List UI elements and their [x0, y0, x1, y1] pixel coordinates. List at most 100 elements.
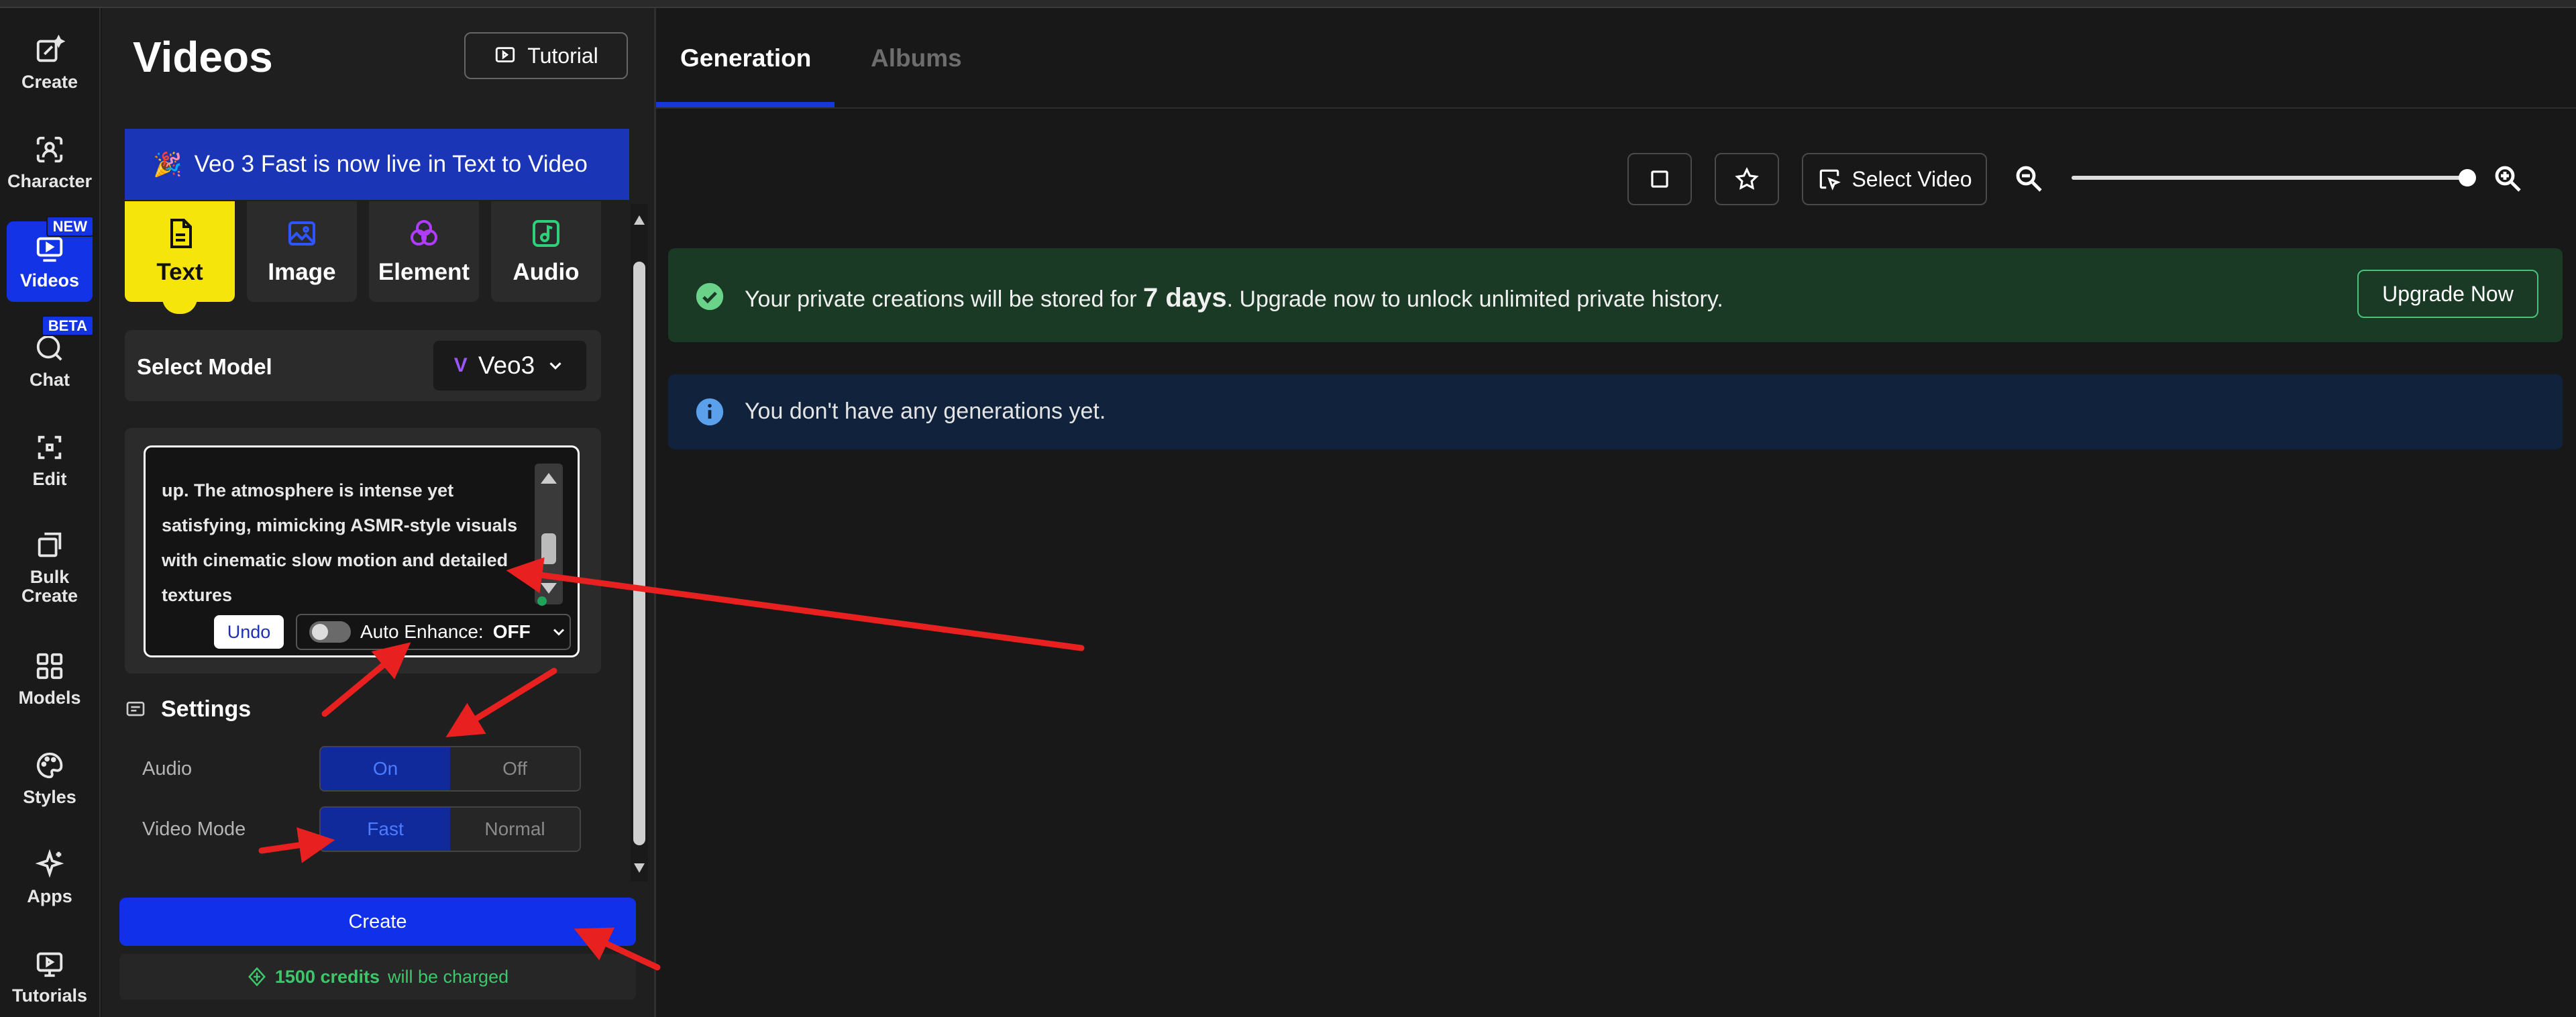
- tab-albums[interactable]: Albums: [871, 44, 962, 72]
- scroll-up-arrow-icon[interactable]: [541, 473, 557, 484]
- rail-item-chat[interactable]: BETA Chat: [7, 315, 94, 401]
- zoom-in-icon[interactable]: [2491, 162, 2524, 195]
- settings-heading: Settings: [125, 696, 251, 722]
- scroll-down-arrow-icon[interactable]: [541, 583, 557, 594]
- select-all-button[interactable]: [1627, 153, 1692, 205]
- storage-days: 7 days: [1143, 283, 1227, 313]
- rail-item-label: Models: [18, 687, 81, 708]
- model-dropdown[interactable]: V Veo3: [433, 341, 586, 390]
- credits-notice: 1500 credits will be charged: [119, 954, 636, 1000]
- auto-enhance-toggle[interactable]: [309, 621, 351, 643]
- auto-enhance-dropdown[interactable]: Auto Enhance: OFF: [296, 614, 571, 650]
- veo-logo-icon: V: [453, 354, 468, 376]
- star-icon: [1735, 167, 1759, 190]
- element-icon: [411, 220, 437, 246]
- announcement-text: Veo 3 Fast is now live in Text to Video: [194, 151, 588, 177]
- bulk-create-icon: [38, 532, 62, 557]
- audio-icon: [533, 220, 559, 247]
- prompt-scroll-thumb[interactable]: [541, 533, 556, 564]
- auto-enhance-value: OFF: [492, 621, 531, 642]
- zoom-slider-handle[interactable]: [2459, 169, 2476, 186]
- character-scan-icon: [36, 136, 63, 162]
- sparkle-edit-icon: [36, 34, 65, 62]
- panel-scroll-thumb[interactable]: [633, 262, 645, 845]
- rail-item-character[interactable]: Character: [7, 122, 93, 203]
- rail-item-label: Edit: [32, 468, 67, 489]
- party-icon: 🎉: [153, 151, 182, 178]
- credits-suffix: will be charged: [388, 966, 509, 987]
- palette-icon: [36, 752, 63, 778]
- page-title: Videos: [133, 33, 273, 81]
- chevron-down-icon: [553, 629, 564, 636]
- settings-list-icon: [126, 701, 145, 716]
- panel-scrollbar[interactable]: [631, 204, 648, 881]
- select-model-label: Select Model: [137, 354, 272, 379]
- rail-item-label: Apps: [27, 886, 72, 906]
- document-icon: [170, 219, 192, 248]
- edit-crop-icon: [38, 435, 62, 460]
- rail-item-models[interactable]: Models: [7, 639, 93, 719]
- tab-label: Element: [378, 259, 470, 285]
- scroll-up-arrow-icon[interactable]: [633, 213, 646, 227]
- main-tabs: Generation Albums: [656, 8, 2576, 109]
- tab-text[interactable]: Text: [125, 201, 235, 314]
- video-mode-toggle-group: Fast Normal: [319, 806, 581, 852]
- audio-label: Audio: [142, 758, 193, 780]
- rail-item-bulk-create[interactable]: Bulk Create: [7, 521, 93, 614]
- rail-item-label: Character: [7, 170, 93, 191]
- mode-normal-option[interactable]: Normal: [450, 808, 580, 851]
- chevron-down-icon: [549, 362, 561, 370]
- scroll-down-arrow-icon[interactable]: [633, 861, 646, 875]
- mode-fast-option[interactable]: Fast: [321, 808, 450, 851]
- rail-item-label: Styles: [23, 786, 76, 807]
- tutorial-button[interactable]: Tutorial: [464, 32, 628, 79]
- tab-generation[interactable]: Generation: [680, 44, 811, 72]
- model-selector-row: Select Model V Veo3: [125, 330, 601, 401]
- audio-on-option[interactable]: On: [321, 747, 450, 790]
- rail-item-videos[interactable]: NEW Videos: [7, 216, 94, 302]
- video-mode-label: Video Mode: [142, 818, 246, 840]
- active-tab-underline: [656, 102, 835, 107]
- tutorial-label: Tutorial: [527, 43, 598, 68]
- tab-audio[interactable]: Audio: [491, 201, 601, 302]
- window-top-bar: [0, 0, 2576, 8]
- tutorials-icon: [36, 952, 63, 977]
- empty-state-text: You don't have any generations yet.: [745, 398, 1106, 424]
- prompt-container: up. The atmosphere is intense yet satisf…: [125, 428, 601, 674]
- create-button[interactable]: Create: [119, 898, 636, 946]
- prompt-textarea[interactable]: up. The atmosphere is intense yet satisf…: [144, 445, 580, 657]
- select-video-button[interactable]: Select Video: [1802, 153, 1987, 205]
- credits-amount: 1500 credits: [274, 966, 380, 987]
- audio-setting: Audio On Off: [142, 746, 581, 792]
- announcement-banner[interactable]: 🎉 Veo 3 Fast is now live in Text to Vide…: [125, 129, 629, 200]
- tab-element[interactable]: Element: [369, 201, 479, 302]
- upgrade-now-button[interactable]: Upgrade Now: [2357, 270, 2538, 318]
- undo-button[interactable]: Undo: [214, 615, 284, 649]
- storage-notice-text: Your private creations will be stored fo…: [745, 283, 1723, 313]
- square-checkbox-icon: [1651, 170, 1668, 188]
- rail-item-edit[interactable]: Edit: [7, 420, 93, 500]
- settings-scroll-area: 🎉 Veo 3 Fast is now live in Text to Vide…: [125, 129, 629, 886]
- favorites-button[interactable]: [1715, 153, 1779, 205]
- chat-icon: [36, 335, 62, 361]
- rail-item-create[interactable]: Create: [7, 23, 93, 103]
- tab-label: Text: [156, 259, 203, 285]
- beta-badge: BETA: [41, 315, 94, 337]
- tab-label: Image: [268, 259, 336, 285]
- grid-icon: [36, 653, 63, 679]
- video-icon: [36, 237, 63, 262]
- rail-item-tutorials[interactable]: Tutorials: [7, 936, 93, 1017]
- zoom-slider[interactable]: [2072, 176, 2467, 180]
- rail-item-styles[interactable]: Styles: [7, 738, 93, 818]
- rail-item-apps[interactable]: Apps: [7, 837, 93, 918]
- tab-image[interactable]: Image: [247, 201, 357, 302]
- storage-suffix: . Upgrade now to unlock unlimited privat…: [1226, 286, 1723, 312]
- check-circle-icon: [696, 282, 724, 311]
- video-mode-setting: Video Mode Fast Normal: [142, 806, 581, 852]
- generation-main-area: Generation Albums Select Video Your priv…: [656, 8, 2576, 1017]
- rail-item-label: Bulk Create: [21, 566, 78, 606]
- prompt-scrollbar[interactable]: [535, 464, 563, 604]
- zoom-out-icon[interactable]: [2012, 162, 2045, 195]
- audio-off-option[interactable]: Off: [450, 747, 580, 790]
- prompt-text[interactable]: up. The atmosphere is intense yet satisf…: [162, 473, 524, 612]
